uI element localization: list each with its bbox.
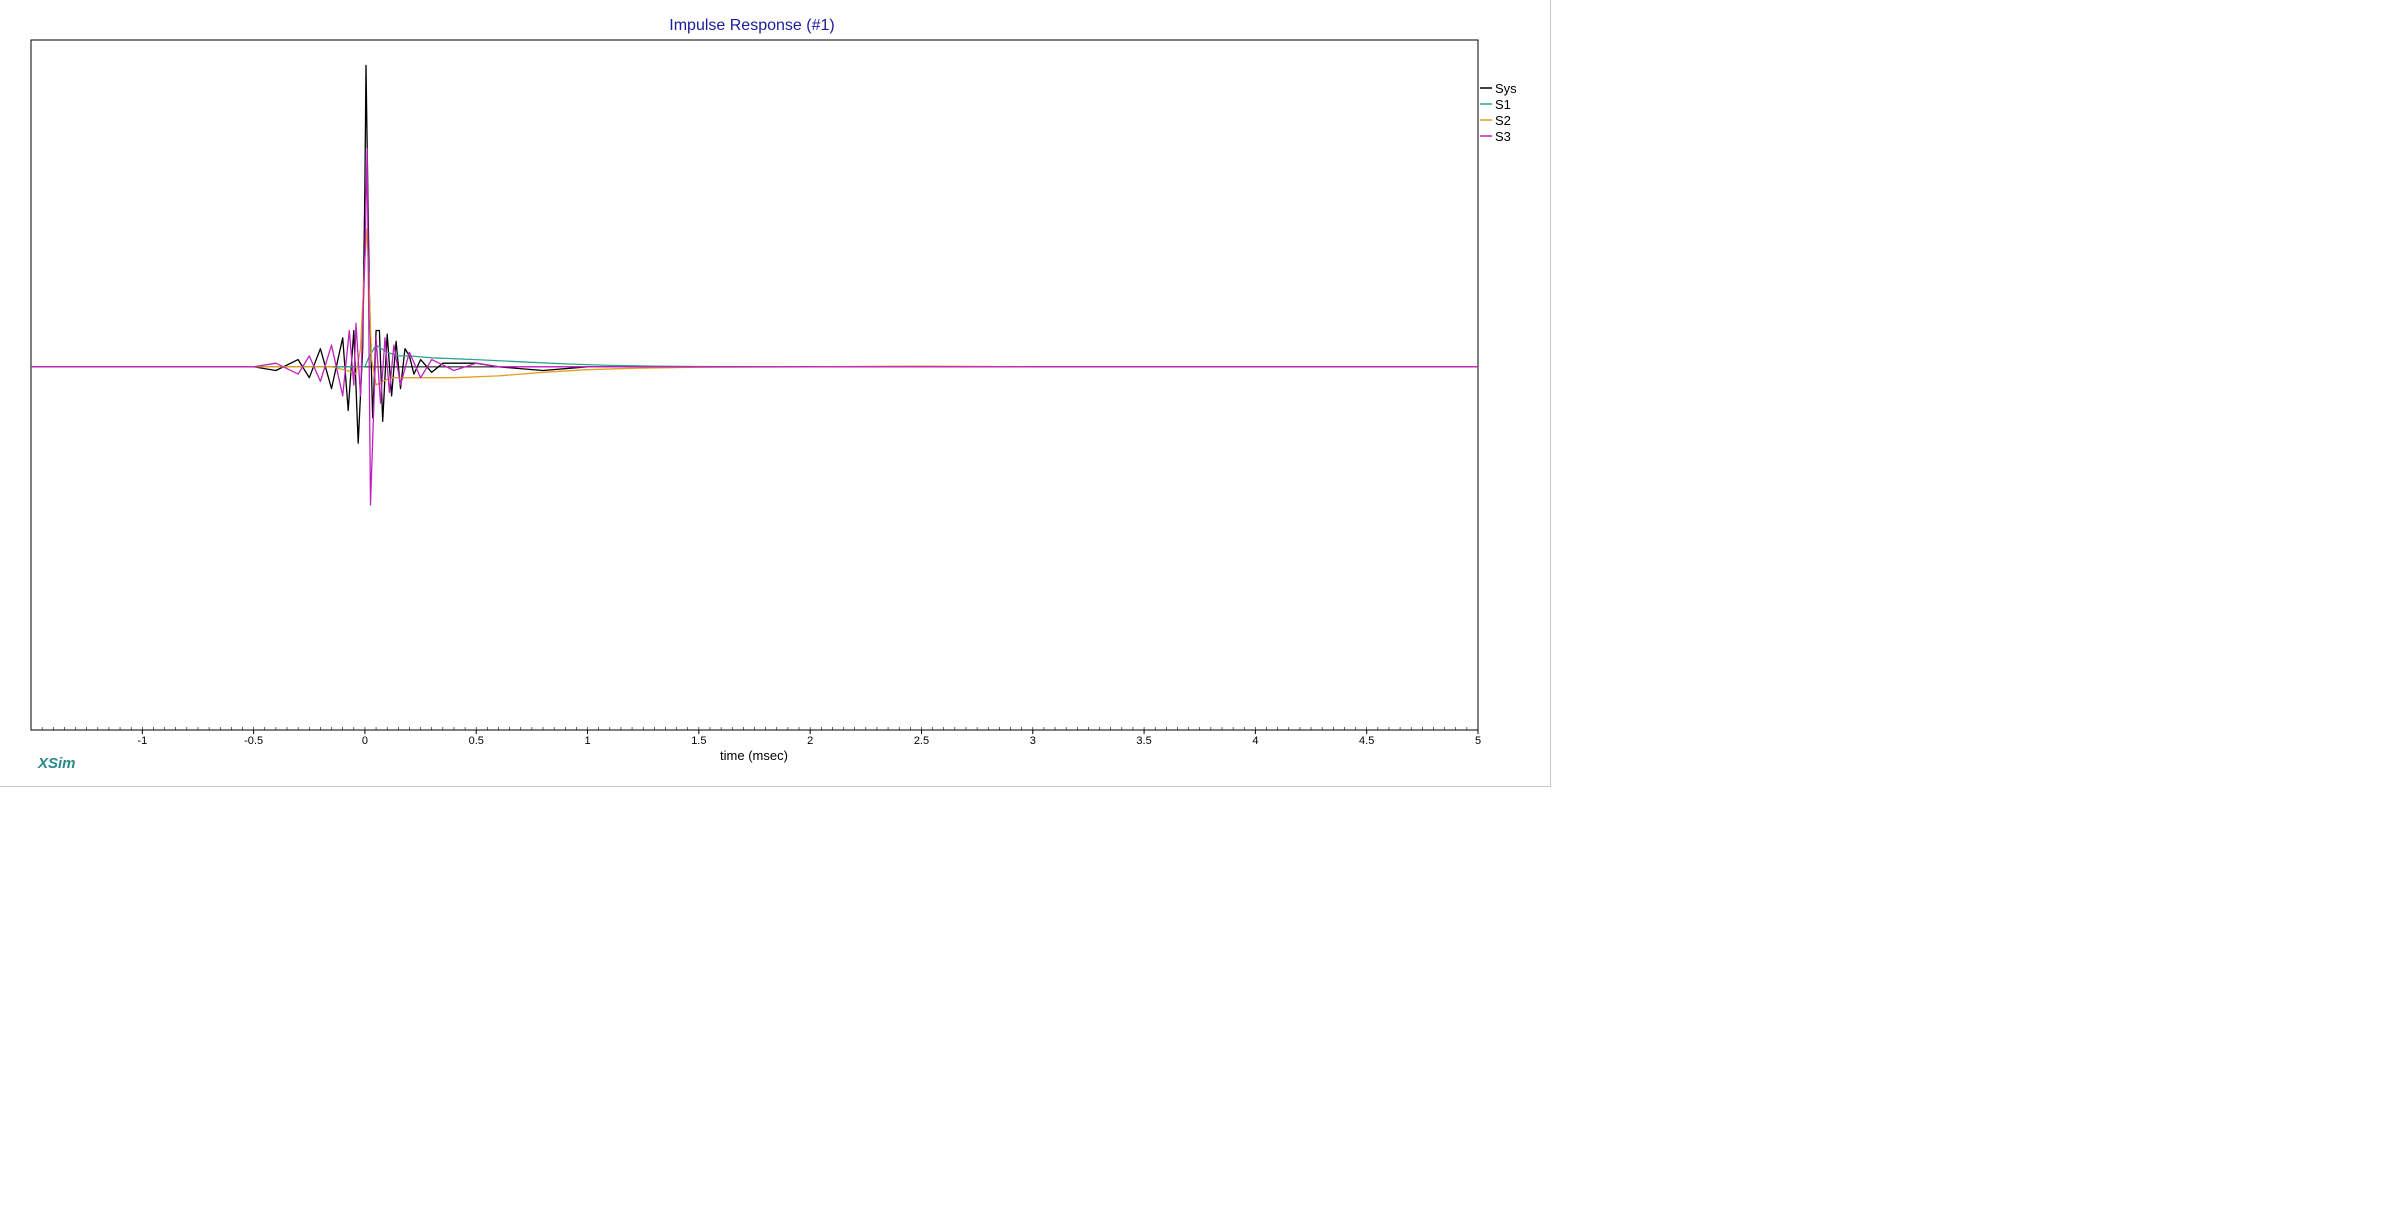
x-tick-label: 1.5 (691, 735, 706, 747)
legend-label-sys[interactable]: Sys (1495, 81, 1517, 96)
legend-label-s2[interactable]: S2 (1495, 113, 1511, 128)
legend-label-s3[interactable]: S3 (1495, 129, 1511, 144)
x-tick-label: 4.5 (1359, 735, 1374, 747)
x-tick-label: -1 (137, 735, 147, 747)
x-tick-label: 5 (1475, 735, 1481, 747)
x-tick-label: 3 (1030, 735, 1036, 747)
x-tick-label: 0 (362, 735, 368, 747)
chart-window: Impulse Response (#1) -1 -0.5 0 0.5 1 1.5 2 2.5… (0, 0, 1551, 787)
x-axis-label: time (msec) (720, 748, 788, 763)
x-tick-label: 2.5 (914, 735, 929, 747)
x-tick-labels: -1 -0.5 0 0.5 1 1.5 2 2.5 3 3.5 4 4.5 5 (137, 735, 1481, 747)
x-tick-label: 2 (807, 735, 813, 747)
x-tick-label: 0.5 (469, 735, 484, 747)
chart-title: Impulse Response (#1) (669, 17, 834, 34)
x-tick-label: 4 (1252, 735, 1258, 747)
xsim-logo: XSim (37, 755, 76, 772)
impulse-response-chart: Impulse Response (#1) -1 -0.5 0 0.5 1 1.5 2 2.5… (30, 17, 1517, 772)
legend[interactable]: SysS1S2S3 (1480, 81, 1517, 144)
x-tick-label: -0.5 (244, 735, 263, 747)
x-tick-label: 3.5 (1136, 735, 1151, 747)
plot-area (30, 39, 1479, 731)
legend-label-s1[interactable]: S1 (1495, 97, 1511, 112)
x-tick-label: 1 (584, 735, 590, 747)
x-major-ticks (141, 730, 1479, 734)
